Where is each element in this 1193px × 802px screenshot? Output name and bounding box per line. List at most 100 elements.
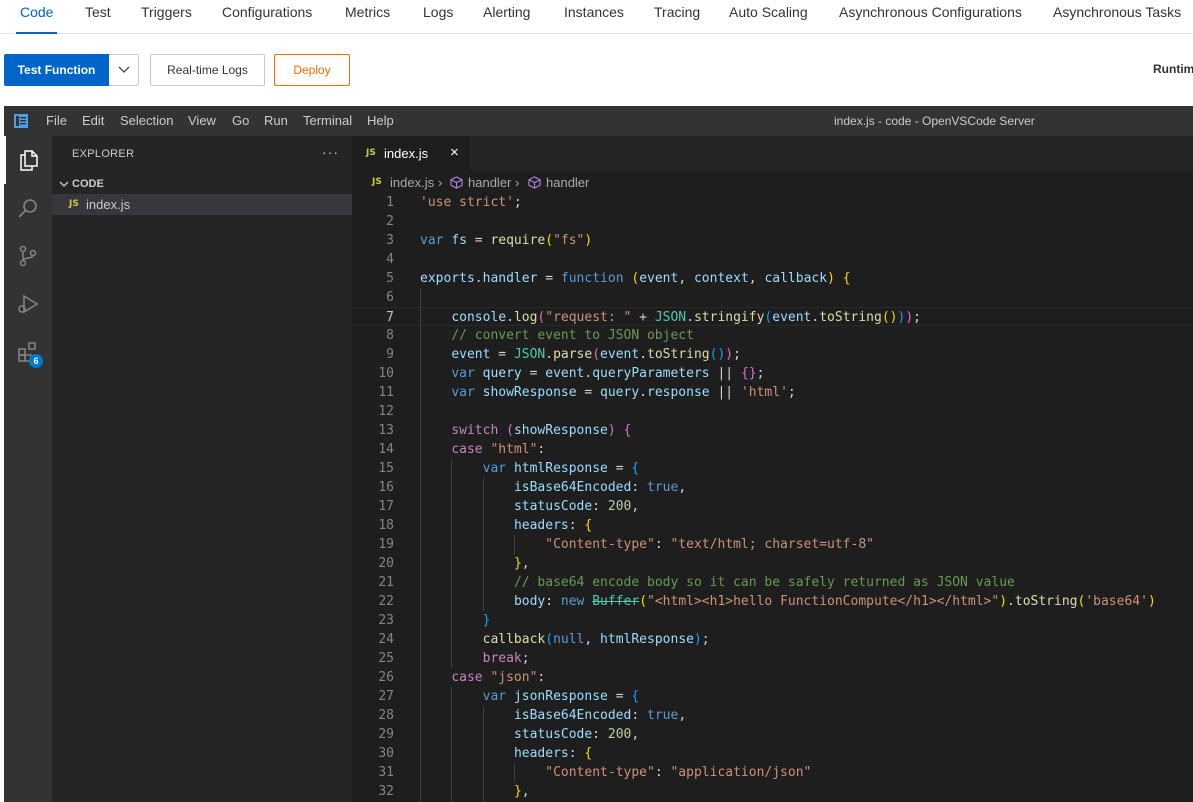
- indent-guide: [451, 744, 453, 763]
- menu-run[interactable]: Run: [264, 113, 288, 128]
- indent-guide: [451, 459, 453, 478]
- code-text: case "json":: [451, 670, 546, 685]
- indent-guide: [420, 326, 421, 345]
- code-line[interactable]: 14 case "html":: [352, 440, 1193, 459]
- code-line[interactable]: 5 exports.handler = function (event, cont…: [352, 269, 1193, 288]
- code-line[interactable]: 25 break;: [352, 649, 1193, 668]
- tab-instances[interactable]: Instances: [564, 0, 624, 34]
- code-text: console.log("request: " + JSON.stringify…: [451, 310, 921, 325]
- code-line[interactable]: 32 },: [352, 782, 1193, 801]
- code-editor[interactable]: 1'use strict'; 2 3 var fs = require("fs") 4 5…: [352, 193, 1193, 802]
- code-line[interactable]: 29 statusCode: 200,: [352, 725, 1193, 744]
- test-function-dropdown-button[interactable]: [109, 54, 139, 86]
- tab-metrics[interactable]: Metrics: [345, 0, 390, 34]
- line-number: 2: [386, 214, 394, 229]
- code-line[interactable]: 8 // convert event to JSON object: [352, 326, 1193, 345]
- indent-guide: [482, 497, 484, 516]
- menu-selection[interactable]: Selection: [120, 113, 173, 128]
- code-line[interactable]: 4: [352, 250, 1193, 269]
- indent-guide: [420, 535, 421, 554]
- tab-alerting[interactable]: Alerting: [483, 0, 530, 34]
- test-function-button[interactable]: Test Function: [4, 54, 109, 86]
- code-line[interactable]: 21 // base64 encode body so it can be sa…: [352, 573, 1193, 592]
- method-icon: [528, 176, 541, 189]
- extensions-activity-button[interactable]: 6: [4, 328, 52, 376]
- menu-go[interactable]: Go: [232, 113, 249, 128]
- indent-guide: [420, 573, 421, 592]
- menu-terminal[interactable]: Terminal: [303, 113, 352, 128]
- tab-logs[interactable]: Logs: [423, 0, 453, 34]
- code-line[interactable]: 13 switch (showResponse) {: [352, 421, 1193, 440]
- code-line[interactable]: 9 event = JSON.parse(event.toString());: [352, 345, 1193, 364]
- code-line[interactable]: 16 isBase64Encoded: true,: [352, 478, 1193, 497]
- code-text: // convert event to JSON object: [451, 328, 694, 343]
- chevron-right-icon: ›: [515, 175, 520, 190]
- code-text: }: [482, 613, 491, 628]
- code-line[interactable]: 28 isBase64Encoded: true,: [352, 706, 1193, 725]
- code-text: var showResponse = query.response || 'ht…: [451, 385, 796, 400]
- editor-tabs: JS index.js ×: [352, 136, 1193, 171]
- line-number: 30: [378, 746, 394, 761]
- code-line[interactable]: 1 'use strict';: [352, 193, 1193, 212]
- tab-auto-scaling[interactable]: Auto Scaling: [729, 0, 808, 34]
- menu-help[interactable]: Help: [367, 113, 394, 128]
- code-text: body: new Buffer("<html><h1>hello Functi…: [513, 594, 1156, 609]
- code-text: },: [513, 784, 530, 799]
- code-line[interactable]: 22 body: new Buffer("<html><h1>hello Fun…: [352, 592, 1193, 611]
- tab-test[interactable]: Test: [85, 0, 111, 34]
- code-line[interactable]: 6: [352, 288, 1193, 307]
- indent-guide: [420, 307, 421, 326]
- realtime-logs-button[interactable]: Real-time Logs: [150, 54, 265, 86]
- tab-configurations[interactable]: Configurations: [222, 0, 312, 34]
- code-line[interactable]: 27 var jsonResponse = {: [352, 687, 1193, 706]
- code-line[interactable]: 3 var fs = require("fs"): [352, 231, 1193, 250]
- code-line[interactable]: 24 callback(null, htmlResponse);: [352, 630, 1193, 649]
- editor-tab-index-js[interactable]: JS index.js ×: [352, 136, 470, 171]
- vscode-logo-icon[interactable]: [14, 114, 28, 128]
- indent-guide: [420, 364, 421, 383]
- tab-triggers[interactable]: Triggers: [141, 0, 192, 34]
- code-line[interactable]: 10 var query = event.queryParameters || …: [352, 364, 1193, 383]
- code-line[interactable]: 23 }: [352, 611, 1193, 630]
- more-actions-icon[interactable]: ···: [322, 144, 339, 160]
- deploy-button[interactable]: Deploy: [274, 54, 350, 86]
- code-line[interactable]: 12: [352, 402, 1193, 421]
- search-activity-button[interactable]: [4, 184, 52, 232]
- close-icon[interactable]: ×: [450, 144, 459, 161]
- code-line[interactable]: 2: [352, 212, 1193, 231]
- code-line[interactable]: 31 "Content-type": "application/json": [352, 763, 1193, 782]
- indent-guide: [420, 725, 421, 744]
- tab-tracing[interactable]: Tracing: [654, 0, 700, 34]
- line-number: 32: [378, 784, 394, 799]
- tab-code[interactable]: Code: [15, 0, 59, 34]
- code-line[interactable]: 7 console.log("request: " + JSON.stringi…: [352, 307, 1193, 326]
- menu-view[interactable]: View: [188, 113, 216, 128]
- source-control-activity-button[interactable]: [4, 232, 52, 280]
- run-debug-activity-button[interactable]: [4, 280, 52, 328]
- explorer-file-index-js[interactable]: JS index.js: [52, 194, 352, 215]
- explorer-activity-button[interactable]: [4, 136, 52, 184]
- menu-file[interactable]: File: [46, 113, 67, 128]
- indent-guide: [420, 649, 421, 668]
- code-line[interactable]: 19 "Content-type": "text/html; charset=u…: [352, 535, 1193, 554]
- breadcrumb-symbol[interactable]: handler: [468, 175, 511, 190]
- explorer-section-code[interactable]: CODE: [52, 173, 352, 195]
- code-line[interactable]: 11 var showResponse = query.response || …: [352, 383, 1193, 402]
- code-line[interactable]: 18 headers: {: [352, 516, 1193, 535]
- menu-edit[interactable]: Edit: [82, 113, 104, 128]
- code-text: var jsonResponse = {: [482, 689, 640, 704]
- code-line[interactable]: 15 var htmlResponse = {: [352, 459, 1193, 478]
- indent-guide: [451, 611, 453, 630]
- breadcrumb: JS index.js › handler › handler: [352, 171, 1193, 193]
- code-line[interactable]: 20 },: [352, 554, 1193, 573]
- line-number: 7: [386, 310, 394, 325]
- breadcrumb-symbol[interactable]: handler: [546, 175, 589, 190]
- tab-asynchronous-tasks[interactable]: Asynchronous Tasks: [1053, 0, 1181, 34]
- indent-guide: [420, 402, 421, 421]
- code-line[interactable]: 30 headers: {: [352, 744, 1193, 763]
- tab-asynchronous-configurations[interactable]: Asynchronous Configurations: [839, 0, 1022, 34]
- code-line[interactable]: 26 case "json":: [352, 668, 1193, 687]
- code-line[interactable]: 17 statusCode: 200,: [352, 497, 1193, 516]
- code-text: var fs = require("fs"): [420, 233, 593, 248]
- breadcrumb-file[interactable]: index.js: [390, 175, 434, 190]
